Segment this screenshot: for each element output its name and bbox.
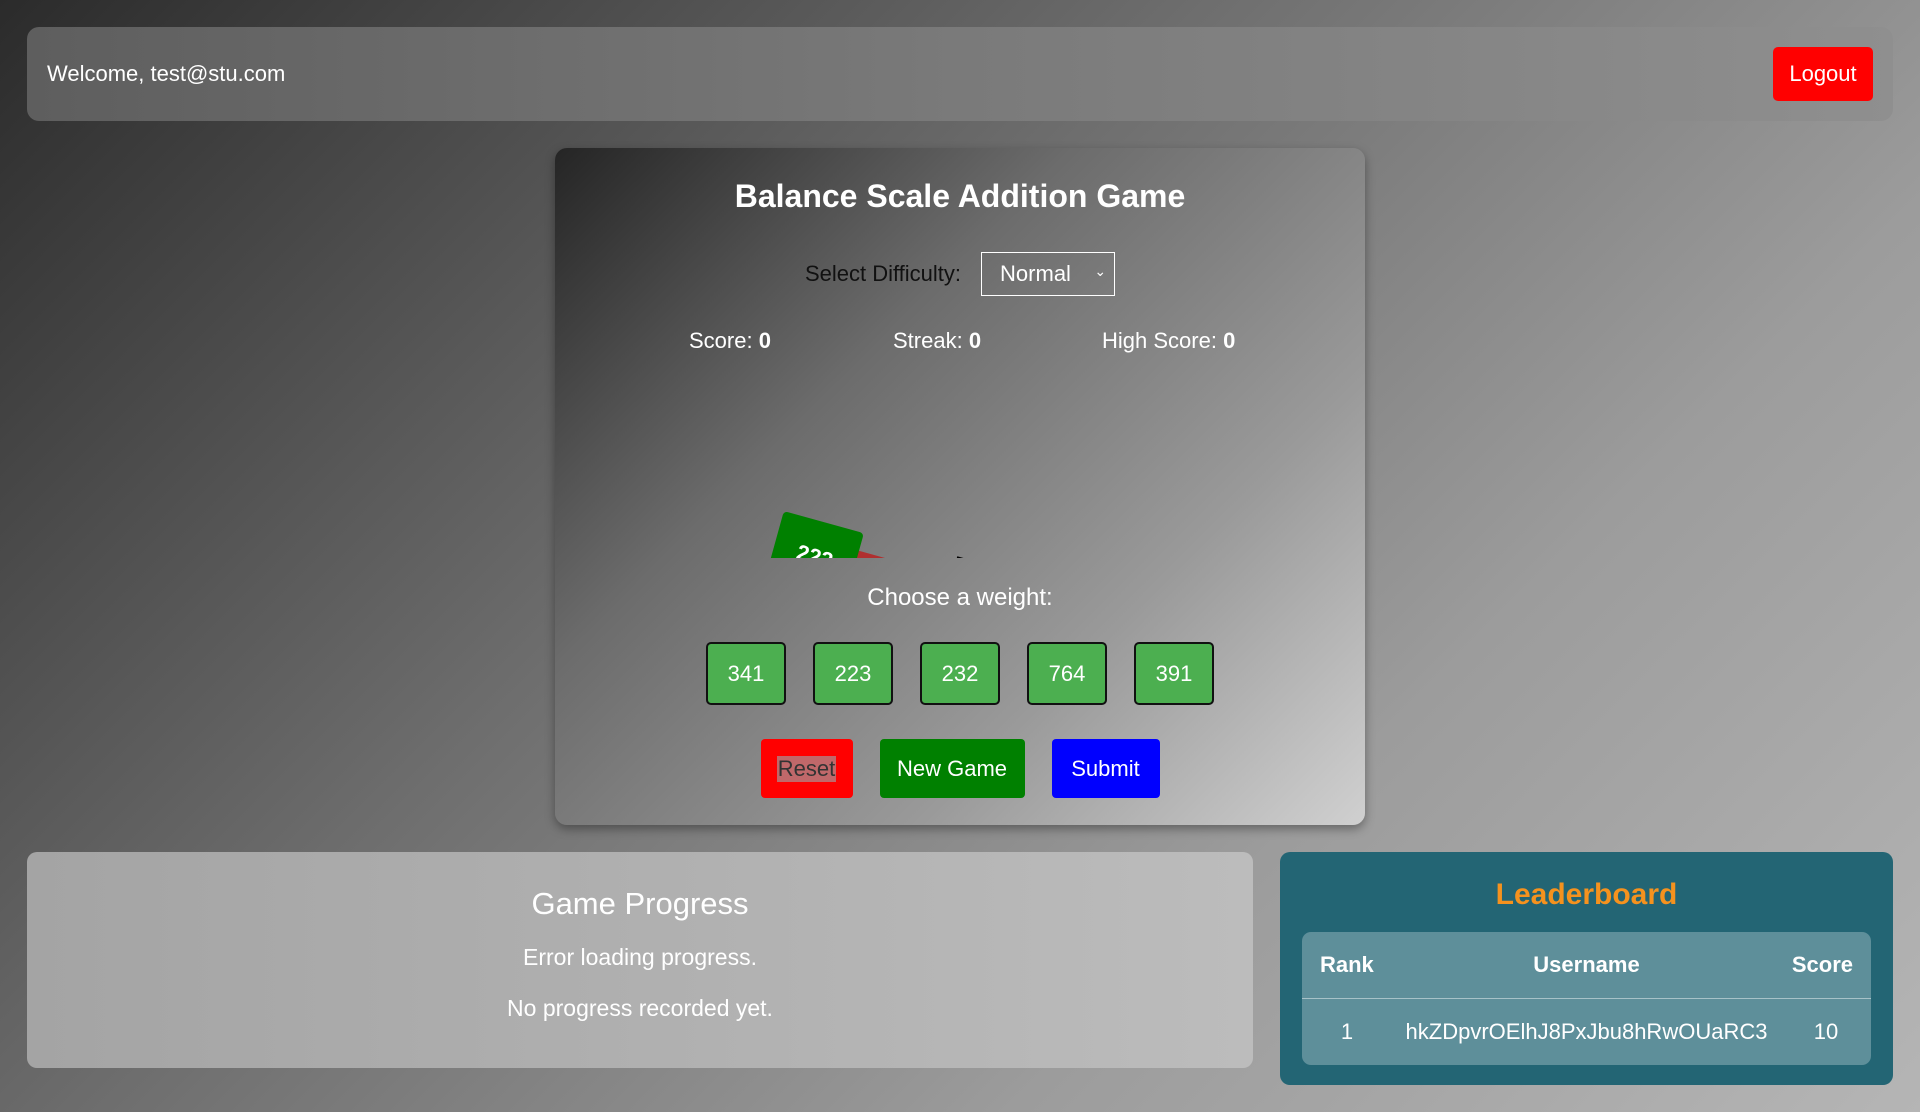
- balance-scale: 223 232: [766, 511, 1103, 558]
- leaderboard-table: Rank Username Score 1 hkZDpvrOElhJ8PxJbu…: [1302, 932, 1871, 1065]
- score-value: 0: [758, 328, 771, 353]
- difficulty-row: Select Difficulty: Normal ⌄: [555, 251, 1365, 297]
- leaderboard-panel: Leaderboard Rank Username Score 1 hkZDpv…: [1280, 852, 1893, 1085]
- new-game-button[interactable]: New Game: [879, 739, 1025, 798]
- difficulty-label: Select Difficulty:: [804, 261, 962, 286]
- high-score-label: High Score:: [1102, 328, 1217, 353]
- weight-button[interactable]: 391: [1134, 642, 1214, 705]
- game-card: Balance Scale Addition Game Select Diffi…: [555, 148, 1365, 825]
- difficulty-value: Normal: [1000, 261, 1071, 286]
- weight-options: 341 223 232 764 391: [555, 642, 1365, 705]
- scale-pivot: [943, 556, 977, 558]
- weight-button[interactable]: 223: [813, 642, 893, 705]
- chevron-down-icon: ⌄: [1094, 263, 1107, 279]
- top-bar: Welcome, test@stu.com Logout: [27, 27, 1893, 121]
- weight-button[interactable]: 341: [706, 642, 786, 705]
- high-score-stat: High Score: 0: [1102, 328, 1235, 354]
- score-stat: Score: 0: [689, 328, 771, 354]
- table-header-row: Rank Username Score: [1302, 932, 1871, 999]
- weight-button[interactable]: 232: [920, 642, 1000, 705]
- score-label: Score:: [689, 328, 753, 353]
- streak-value: 0: [968, 328, 982, 353]
- table-row: 1 hkZDpvrOElhJ8PxJbu8hRwOUaRC3 10: [1302, 999, 1871, 1065]
- progress-title: Game Progress: [531, 886, 749, 921]
- welcome-text: Welcome, test@stu.com: [47, 61, 286, 86]
- column-header-score: Score: [1791, 952, 1853, 977]
- score-cell: 10: [1813, 1019, 1839, 1044]
- high-score-value: 0: [1223, 328, 1236, 353]
- difficulty-select[interactable]: Normal ⌄: [981, 252, 1116, 296]
- streak-label: Streak:: [893, 328, 963, 353]
- choose-weight-label: Choose a weight:: [867, 584, 1053, 611]
- action-buttons: Reset New Game Submit: [555, 739, 1365, 798]
- progress-panel: Game Progress Error loading progress. No…: [27, 852, 1253, 1068]
- column-header-username: Username: [1533, 952, 1640, 977]
- progress-error-text: Error loading progress.: [523, 944, 757, 970]
- submit-button[interactable]: Submit: [1051, 739, 1160, 798]
- reset-button[interactable]: Reset: [760, 739, 853, 798]
- weight-button[interactable]: 764: [1027, 642, 1107, 705]
- logout-button[interactable]: Logout: [1773, 47, 1873, 101]
- streak-stat: Streak: 0: [893, 328, 981, 354]
- game-title: Balance Scale Addition Game: [734, 178, 1186, 214]
- leaderboard-title: Leaderboard: [1495, 878, 1678, 911]
- progress-empty-text: No progress recorded yet.: [507, 995, 773, 1021]
- reset-label: Reset: [776, 755, 837, 782]
- scale-beam: [817, 539, 1103, 558]
